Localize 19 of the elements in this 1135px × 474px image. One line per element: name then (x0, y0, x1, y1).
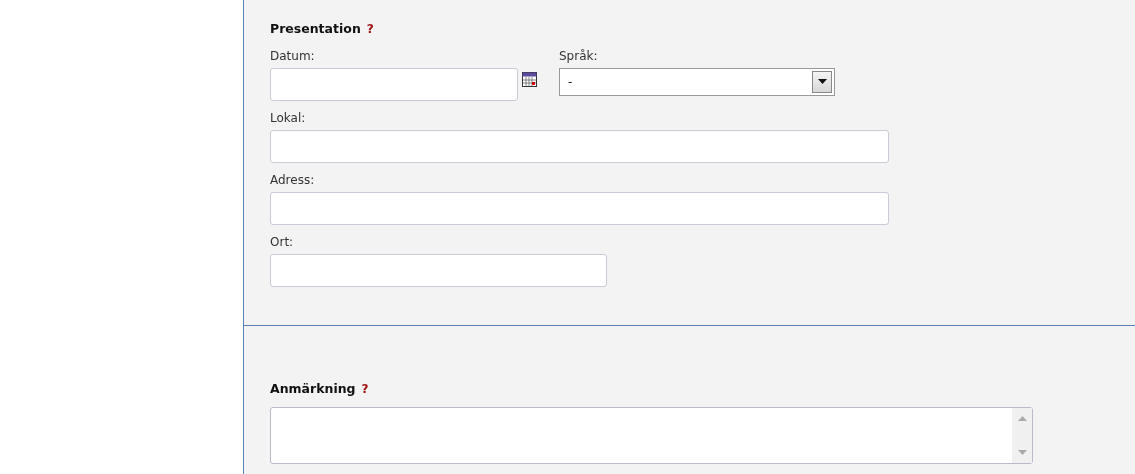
date-input[interactable] (270, 67, 518, 101)
help-link[interactable]: ? (366, 22, 374, 36)
text-area[interactable] (270, 406, 1033, 464)
text-input[interactable] (270, 253, 607, 287)
calendar-icon[interactable] (522, 71, 537, 87)
language-select[interactable]: - (559, 67, 835, 96)
field-label: Språk: (559, 47, 599, 65)
help-link[interactable]: ? (361, 381, 369, 396)
section-title: Presentation (270, 21, 361, 36)
scroll-up-icon[interactable] (1017, 415, 1027, 421)
scroll-down-icon[interactable] (1017, 449, 1027, 455)
field-label: Ort: (270, 233, 295, 251)
text-input[interactable] (270, 191, 889, 225)
field-label: Datum: (270, 47, 316, 65)
caret-icon (817, 79, 827, 85)
field-label: Adress: (270, 171, 316, 189)
text-input[interactable] (270, 129, 889, 163)
field-label: Lokal: (270, 109, 307, 127)
section-title: Anmärkning (270, 380, 356, 396)
